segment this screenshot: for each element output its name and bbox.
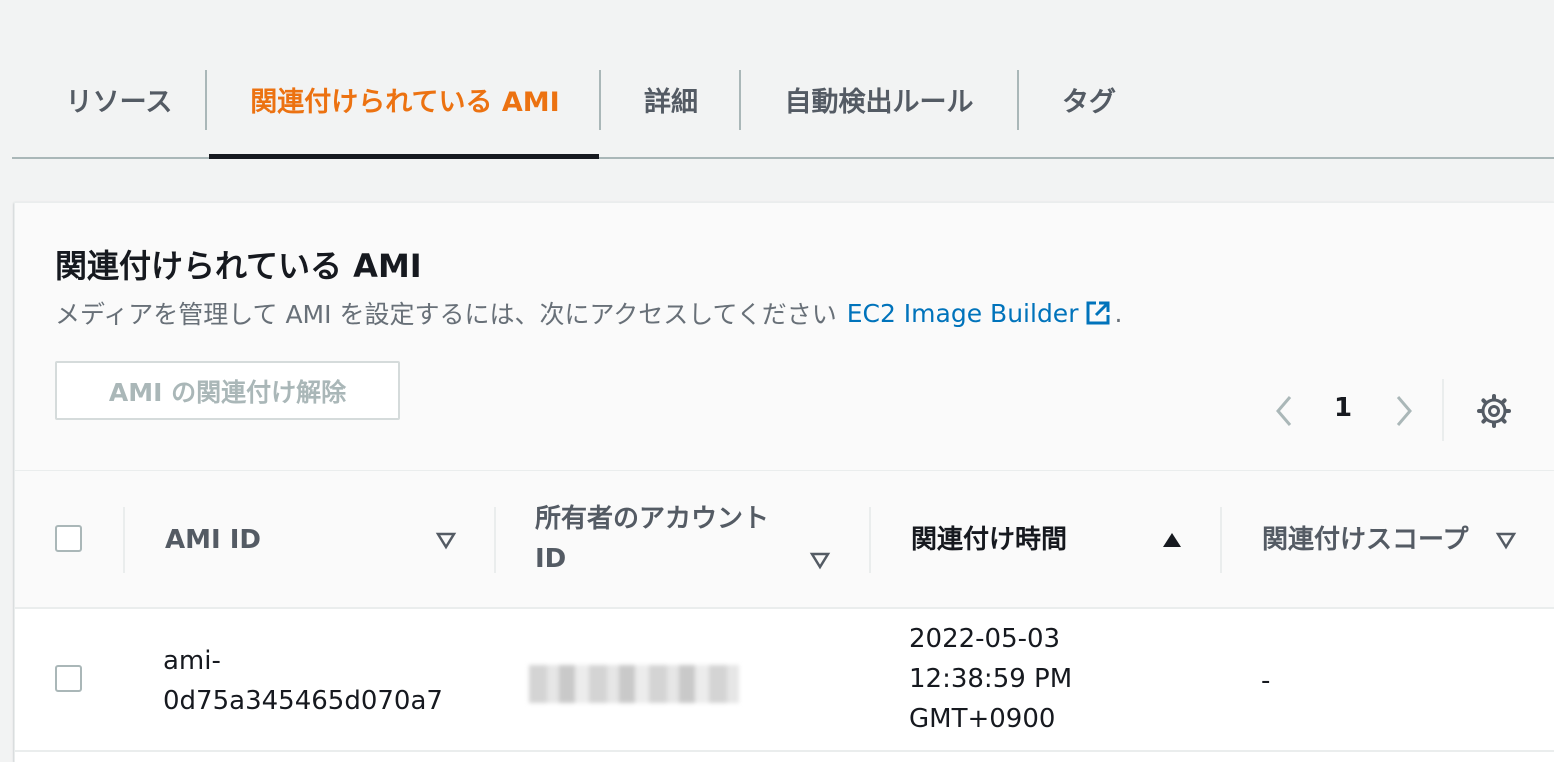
time-zone: GMT+0900 [909, 704, 1056, 734]
pager-divider [1442, 379, 1444, 441]
tab-associated-ami[interactable]: 関連付けられている AMI [230, 70, 580, 128]
description-text: メディアを管理して AMI を設定するには、次にアクセスしてください [55, 300, 837, 329]
time-clock: 12:38:59 PM [909, 664, 1073, 694]
chevron-right-icon[interactable] [1389, 391, 1419, 431]
column-header-ami-id[interactable]: AMI ID [165, 520, 261, 560]
tab-divider [1017, 70, 1019, 130]
tab-divider [739, 70, 741, 130]
panel-title: 関連付けられている AMI [55, 247, 422, 285]
sort-ascending-icon[interactable] [1161, 529, 1183, 551]
redacted-owner-account-id [529, 665, 739, 703]
tab-divider [599, 70, 601, 130]
sort-triangle-icon[interactable] [809, 549, 831, 571]
cell-association-time: 2022-05-03 12:38:59 PM GMT+0900 [909, 619, 1072, 739]
column-header-association-time[interactable]: 関連付け時間 [911, 520, 1067, 560]
disassociate-ami-button[interactable]: AMI の関連付け解除 [55, 361, 400, 420]
column-divider [494, 507, 496, 573]
panel-description: メディアを管理して AMI を設定するには、次にアクセスしてください EC2 I… [55, 295, 1122, 331]
select-all-checkbox[interactable] [55, 525, 82, 552]
column-header-owner-line1: 所有者のアカウント [535, 504, 770, 534]
tab-auto-discovery-rules[interactable]: 自動検出ルール [764, 70, 994, 128]
sort-triangle-icon[interactable] [1495, 529, 1517, 551]
associated-ami-panel: 関連付けられている AMI メディアを管理して AMI を設定するには、次にアク… [14, 202, 1554, 762]
image-builder-link[interactable]: EC2 Image Builder [847, 299, 1079, 328]
column-divider [1220, 507, 1222, 573]
gear-icon[interactable] [1476, 393, 1512, 429]
ami-id-line2: 0d75a345465d070a7 [163, 686, 443, 716]
column-header-association-scope[interactable]: 関連付けスコープ [1262, 520, 1468, 560]
column-header-owner-line2: ID [535, 544, 567, 574]
tab-details[interactable]: 詳細 [624, 70, 718, 128]
active-tab-indicator [209, 154, 599, 159]
table-row[interactable]: ami- 0d75a345465d070a7 2022-05-03 12:38:… [15, 609, 1554, 752]
tab-resources[interactable]: リソース [54, 70, 184, 128]
table-header: AMI ID 所有者のアカウント ID 関連付け時間 関連付けスコープ [15, 471, 1554, 609]
cell-ami-id: ami- 0d75a345465d070a7 [163, 641, 443, 721]
cell-association-scope: - [1261, 666, 1271, 696]
chevron-left-icon[interactable] [1269, 391, 1299, 431]
external-link-icon[interactable] [1084, 298, 1114, 328]
row-checkbox[interactable] [55, 665, 82, 692]
current-page-number[interactable]: 1 [1331, 393, 1355, 429]
column-divider [869, 507, 871, 573]
description-period: . [1114, 298, 1123, 328]
column-header-owner-account[interactable]: 所有者のアカウント ID [535, 499, 769, 579]
column-divider [123, 507, 125, 573]
time-date: 2022-05-03 [909, 624, 1061, 654]
sort-triangle-icon[interactable] [435, 529, 457, 551]
tab-bar: リソース 関連付けられている AMI 詳細 自動検出ルール タグ [12, 40, 1554, 159]
tab-divider [205, 70, 207, 130]
tab-tags[interactable]: タグ [1042, 70, 1136, 128]
panel-header: 関連付けられている AMI メディアを管理して AMI を設定するには、次にアク… [15, 203, 1554, 471]
ami-id-line1: ami- [163, 646, 221, 676]
